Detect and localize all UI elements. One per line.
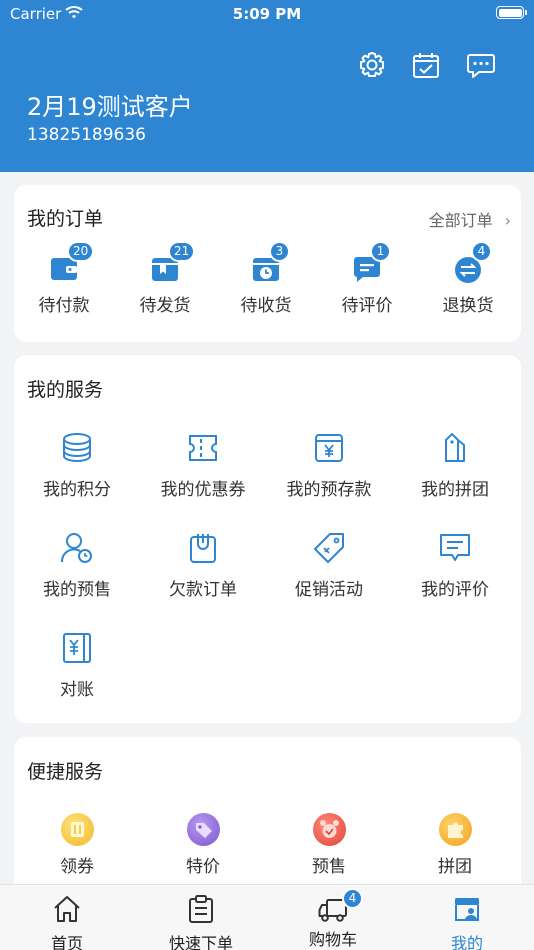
quick-title: 便捷服务 xyxy=(27,761,104,783)
order-label: 待发货 xyxy=(139,296,191,316)
service-label: 我的拼团 xyxy=(421,480,489,500)
order-pending-receipt[interactable]: 3 待收货 xyxy=(216,241,316,316)
truck-icon: 4 xyxy=(318,888,363,924)
service-label: 我的优惠券 xyxy=(160,480,246,500)
special-price-icon xyxy=(186,813,220,846)
service-label: 我的预存款 xyxy=(286,480,372,500)
tab-quick-order[interactable]: 快速下单 xyxy=(134,894,268,950)
coupon-icon xyxy=(189,435,217,461)
tab-home[interactable]: 首页 xyxy=(0,894,134,950)
tab-label: 首页 xyxy=(50,934,83,950)
service-group-buy[interactable]: 我的拼团 xyxy=(392,431,518,500)
orders-card: 我的订单 全部订单 › 20 待付款 21 待发货 3 待收货 1 待评价 4 … xyxy=(14,185,521,342)
quick-presale[interactable]: 预售 xyxy=(266,813,392,877)
all-orders-link[interactable]: 全部订单 › xyxy=(429,207,511,231)
wallet-icon: 20 xyxy=(48,241,95,285)
order-badge: 1 xyxy=(370,241,391,262)
service-label: 对账 xyxy=(60,680,94,700)
exchange-icon: 4 xyxy=(452,241,492,285)
message-icon[interactable] xyxy=(466,50,496,80)
quick-label: 特价 xyxy=(186,857,220,877)
ledger-icon xyxy=(63,633,91,663)
order-badge: 3 xyxy=(269,241,290,262)
puzzle-icon xyxy=(438,813,472,846)
profile-header: Carrier 5:09 PM 2月19测试客户 13825189636 xyxy=(0,0,534,172)
quick-label: 领券 xyxy=(60,857,94,877)
order-label: 待收货 xyxy=(240,296,292,316)
quick-coupon[interactable]: 领券 xyxy=(14,813,140,877)
user-clock-icon xyxy=(60,533,92,563)
order-badge: 20 xyxy=(67,241,95,262)
service-label: 我的评价 xyxy=(421,580,489,600)
service-reconciliation[interactable]: 对账 xyxy=(14,631,140,700)
cart-badge: 4 xyxy=(342,888,363,909)
service-label: 促销活动 xyxy=(295,580,363,600)
service-debt-orders[interactable]: 欠款订单 xyxy=(140,531,266,600)
chevron-right-icon: › xyxy=(504,211,511,230)
home-icon xyxy=(54,896,80,922)
order-returns[interactable]: 4 退换货 xyxy=(418,241,518,316)
service-label: 我的预售 xyxy=(43,580,111,600)
gear-icon[interactable] xyxy=(357,50,387,80)
service-deposit[interactable]: 我的预存款 xyxy=(266,431,392,500)
tab-label: 快速下单 xyxy=(168,934,233,950)
quick-services-card: 便捷服务 领券 特价 预售 拼团 xyxy=(14,737,521,897)
battery-icon xyxy=(496,6,527,19)
group-tag-icon xyxy=(445,433,465,462)
service-label: 欠款订单 xyxy=(169,580,237,600)
comment-icon: 1 xyxy=(351,241,391,285)
presale-icon xyxy=(312,813,346,846)
coupon-circle-icon xyxy=(60,813,94,846)
order-badge: 4 xyxy=(471,241,492,262)
tab-bar: 首页 快速下单 4 购物车 我的 xyxy=(0,884,534,950)
service-promotions[interactable]: 促销活动 xyxy=(266,531,392,600)
quick-special-price[interactable]: 特价 xyxy=(140,813,266,877)
order-label: 待评价 xyxy=(341,296,393,316)
order-label: 退换货 xyxy=(442,296,494,316)
order-pending-shipment[interactable]: 21 待发货 xyxy=(115,241,215,316)
order-pending-payment[interactable]: 20 待付款 xyxy=(14,241,114,316)
all-orders-label: 全部订单 xyxy=(428,211,493,230)
delivery-clock-icon: 3 xyxy=(250,241,290,285)
orders-title: 我的订单 xyxy=(27,208,104,230)
services-card: 我的服务 我的积分 我的优惠券 我的预存款 我的拼团 我的预售 欠款订单 促销活… xyxy=(14,355,521,723)
deposit-icon xyxy=(315,434,343,462)
calendar-check-icon[interactable] xyxy=(411,50,441,80)
user-phone: 13825189636 xyxy=(27,125,146,145)
tab-label: 购物车 xyxy=(308,930,357,949)
box-icon: 21 xyxy=(149,241,196,285)
order-label: 待付款 xyxy=(38,296,90,316)
quick-group-buy[interactable]: 拼团 xyxy=(392,813,518,877)
service-presale[interactable]: 我的预售 xyxy=(14,531,140,600)
service-points[interactable]: 我的积分 xyxy=(14,431,140,500)
service-reviews[interactable]: 我的评价 xyxy=(392,531,518,600)
status-time: 5:09 PM xyxy=(232,5,302,23)
order-badge: 21 xyxy=(168,241,196,262)
status-bar: Carrier 5:09 PM xyxy=(0,0,534,28)
tab-mine[interactable]: 我的 xyxy=(400,894,534,950)
review-icon xyxy=(440,534,470,561)
services-title: 我的服务 xyxy=(27,379,104,401)
tab-cart[interactable]: 4 购物车 xyxy=(266,888,400,950)
quick-label: 拼团 xyxy=(438,857,472,877)
store-user-icon xyxy=(455,898,479,921)
user-name: 2月19测试客户 xyxy=(27,93,193,121)
quick-label: 预售 xyxy=(312,857,346,877)
clipboard-icon xyxy=(190,534,216,563)
tab-label: 我的 xyxy=(450,934,483,950)
coins-icon xyxy=(63,433,91,462)
price-tag-icon xyxy=(314,533,344,563)
service-label: 我的积分 xyxy=(43,480,111,500)
order-pending-review[interactable]: 1 待评价 xyxy=(317,241,417,316)
clipboard-list-icon xyxy=(189,895,213,923)
service-coupons[interactable]: 我的优惠券 xyxy=(140,431,266,500)
